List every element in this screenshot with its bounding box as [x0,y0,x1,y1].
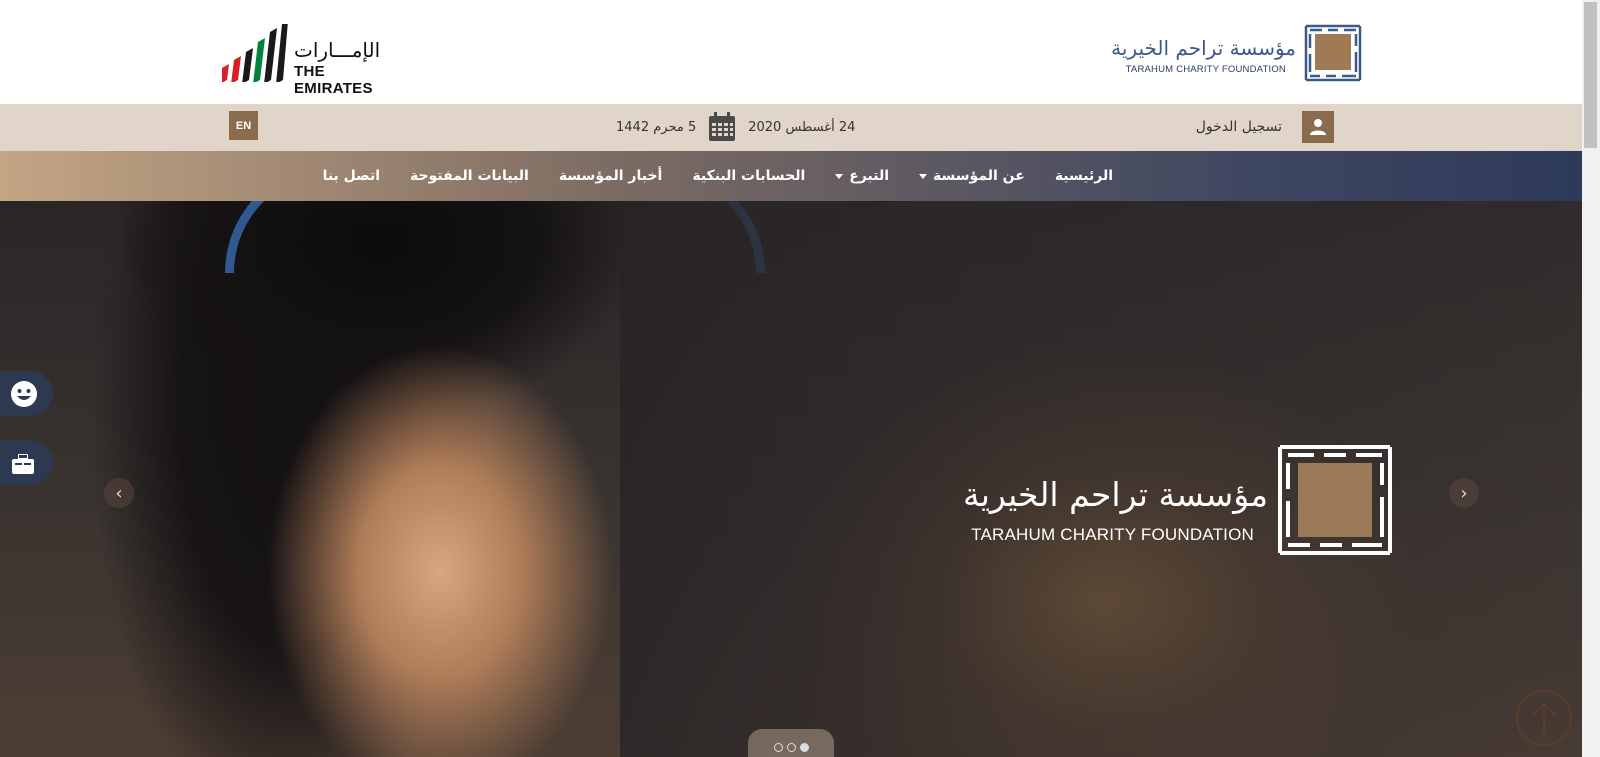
hero-foundation-english-name: TARAHUM CHARITY FOUNDATION [971,525,1254,544]
login-label[interactable]: تسجيل الدخول [1196,119,1282,135]
emirates-arabic-text: الإمـــارات [294,38,381,62]
emirates-logo[interactable]: الإمـــارات THE EMIRATES [222,18,402,97]
foundation-english-name: TARAHUM CHARITY FOUNDATION [1125,64,1286,75]
slider-dot[interactable] [773,742,783,752]
nav-item-label: التبرع [849,168,890,184]
site-header: الإمـــارات THE EMIRATES مؤسسة تراحم الخ… [0,0,1582,104]
user-icon[interactable] [1302,111,1334,143]
nav-item-about[interactable]: عن المؤسسة [904,168,1040,184]
date-display: 5 محرم 1442 24 أغسطس 2020 [616,110,855,144]
chevron-left-icon: ‹ [115,482,123,504]
language-toggle-button[interactable]: EN [229,111,258,140]
nav-item-news[interactable]: أخبار المؤسسة [544,168,678,184]
slider-dot[interactable] [786,742,796,752]
donation-box-button[interactable] [0,440,53,485]
emirates-english-text: THE EMIRATES [294,63,373,97]
nav-item-bank-accounts[interactable]: الحسابات البنكية [677,168,820,184]
hijri-date: 5 محرم 1442 [616,119,697,135]
arrow-up-icon [1532,702,1556,733]
calendar-icon [709,112,736,141]
slider-prev-button[interactable]: ‹ [104,478,134,508]
chevron-down-icon [835,173,844,179]
chevron-right-icon: › [1460,482,1468,504]
nav-item-label: البيانات المفتوحة [410,168,529,184]
chevron-down-icon [919,173,928,179]
slider-dot-active[interactable] [799,742,809,752]
foundation-mark-icon [1302,22,1364,84]
scrollbar-thumb[interactable] [1584,2,1597,148]
nav-item-contact[interactable]: اتصل بنا [308,168,395,184]
foundation-logo[interactable]: مؤسسة تراحم الخيرية TARAHUM CHARITY FOUN… [1104,22,1364,84]
nav-item-label: اتصل بنا [322,168,381,184]
foundation-arabic-name: مؤسسة تراحم الخيرية [1111,36,1296,60]
page-scrollbar[interactable] [1582,0,1600,757]
donation-box-icon [12,453,34,474]
nav-item-label: الحسابات البنكية [692,168,806,184]
slider-next-button[interactable]: › [1449,478,1479,508]
scroll-to-top-button[interactable] [1516,690,1572,746]
slider-pagination [748,729,834,757]
nav-item-label: الرئيسية [1054,168,1113,184]
nav-item-open-data[interactable]: البيانات المفتوحة [395,168,544,184]
gregorian-date: 24 أغسطس 2020 [748,119,856,135]
login-link[interactable]: تسجيل الدخول [1196,111,1334,143]
smiley-icon [11,380,37,407]
hero-foundation-arabic-name: مؤسسة تراحم الخيرية [963,475,1268,514]
emirates-stripes-icon [222,24,288,82]
info-bar: EN 5 محرم 1442 24 أغسطس 2020 تسجيل الدخو… [0,104,1582,151]
main-navigation: الرئيسية عن المؤسسة التبرع الحسابات البن… [0,151,1582,201]
nav-item-label: أخبار المؤسسة [558,168,663,184]
feedback-button[interactable] [0,371,53,416]
foundation-mark-icon [1278,445,1392,555]
hero-foundation-logo: مؤسسة تراحم الخيرية TARAHUM CHARITY FOUN… [906,439,1396,565]
nav-item-label: عن المؤسسة [933,168,1025,184]
nav-item-donate[interactable]: التبرع [820,168,904,184]
hero-slider: مؤسسة تراحم الخيرية TARAHUM CHARITY FOUN… [0,201,1582,757]
nav-item-home[interactable]: الرئيسية [1040,168,1128,184]
nav-menu: الرئيسية عن المؤسسة التبرع الحسابات البن… [308,151,1128,201]
